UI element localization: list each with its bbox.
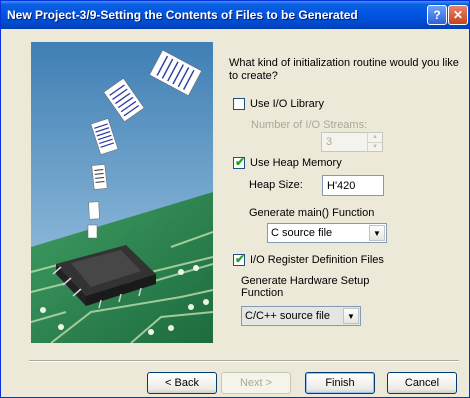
next-button[interactable]: Next > — [221, 372, 291, 394]
title-bar[interactable]: New Project-3/9-Setting the Contents of … — [1, 1, 469, 29]
hardware-setup-value: C/C++ source file — [245, 310, 330, 322]
io-streams-value: 3 — [326, 136, 333, 148]
io-streams-label: Number of I/O Streams: — [251, 119, 368, 131]
hardware-setup-select[interactable]: C/C++ source file ▼ — [241, 306, 361, 326]
back-button[interactable]: < Back — [147, 372, 217, 394]
generate-main-label: Generate main() Function — [249, 207, 375, 219]
help-button[interactable]: ? — [427, 5, 447, 25]
generate-main-select[interactable]: C source file ▼ — [267, 223, 387, 243]
button-separator — [29, 360, 459, 362]
heap-size-label: Heap Size: — [249, 179, 303, 191]
io-register-checkbox[interactable]: ✔ — [233, 252, 246, 266]
hardware-setup-label-line2: Function — [241, 287, 284, 299]
spin-up-icon[interactable]: ▲ — [367, 133, 382, 142]
finish-button[interactable]: Finish — [305, 372, 375, 394]
chevron-down-icon[interactable]: ▼ — [343, 308, 359, 324]
use-io-library-label: Use I/O Library — [250, 98, 324, 110]
generate-main-value: C source file — [271, 227, 333, 239]
io-streams-spinner[interactable]: 3 ▲ ▼ — [321, 132, 383, 152]
spin-down-icon[interactable]: ▼ — [367, 142, 382, 151]
window-title: New Project-3/9-Setting the Contents of … — [7, 8, 358, 22]
checkmark-icon: ✔ — [235, 252, 246, 266]
wizard-illustration — [31, 42, 213, 343]
heap-size-input[interactable]: H'420 — [322, 175, 384, 196]
checkmark-icon: ✔ — [235, 155, 246, 169]
use-io-library-checkbox[interactable] — [233, 98, 245, 110]
chevron-down-icon[interactable]: ▼ — [369, 225, 385, 241]
heap-size-value: H'420 — [327, 180, 356, 192]
close-button[interactable]: ✕ — [448, 5, 468, 25]
new-project-dialog: New Project-3/9-Setting the Contents of … — [0, 0, 470, 398]
cancel-button[interactable]: Cancel — [387, 372, 457, 394]
use-heap-memory-checkbox[interactable]: ✔ — [233, 155, 246, 169]
io-register-label: I/O Register Definition Files — [250, 254, 384, 266]
hardware-setup-label-line1: Generate Hardware Setup — [241, 275, 370, 287]
prompt-text: What kind of initialization routine woul… — [229, 57, 459, 82]
use-heap-memory-label: Use Heap Memory — [250, 157, 342, 169]
